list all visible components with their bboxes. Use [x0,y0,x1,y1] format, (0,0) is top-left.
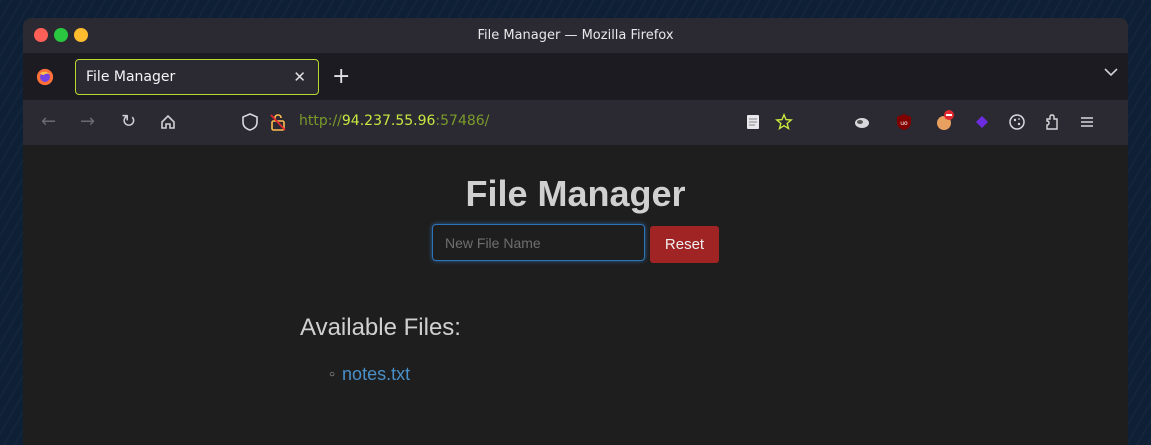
page-content: File Manager Reset Available Files: ○ no… [23,145,1128,445]
tab-file-manager[interactable]: File Manager ✕ [75,59,319,95]
window-minimize-button[interactable] [54,28,68,42]
diamond-extension-icon[interactable] [973,113,991,131]
forward-icon[interactable]: → [80,111,95,133]
reset-button[interactable]: Reset [650,226,719,263]
extension-blocked-icon[interactable] [934,109,956,131]
svg-text:uo: uo [900,120,908,127]
back-icon[interactable]: ← [41,111,56,133]
star-icon[interactable] [775,113,793,131]
available-files-heading: Available Files: [300,314,461,342]
reload-icon[interactable]: ↻ [121,111,136,133]
ublock-origin-icon[interactable]: uo [895,113,913,131]
page-title: File Manager [23,173,1128,215]
title-bar: File Manager — Mozilla Firefox [23,18,1128,53]
bullet-icon: ○ [329,369,335,380]
shield-icon[interactable] [241,112,259,132]
chevron-down-icon[interactable] [1104,67,1118,77]
new-file-name-input[interactable] [432,224,645,261]
file-link-notes[interactable]: notes.txt [342,364,410,385]
home-icon[interactable] [159,113,177,131]
window-maximize-button[interactable] [74,28,88,42]
cookie-icon[interactable] [1008,113,1026,131]
tab-bar: File Manager ✕ + [23,53,1128,100]
browser-window: File Manager — Mozilla Firefox File Mana… [23,18,1128,445]
insecure-lock-icon[interactable] [269,112,287,132]
tab-title: File Manager [86,69,293,85]
extension-cloud-icon[interactable] [853,113,871,131]
firefox-logo-icon[interactable] [36,68,54,86]
window-title: File Manager — Mozilla Firefox [477,28,673,43]
url-scheme: http:// [299,113,342,129]
close-icon[interactable]: ✕ [293,68,306,86]
file-list: ○ notes.txt [329,364,410,385]
plus-icon[interactable]: + [332,64,350,89]
hamburger-menu-icon[interactable] [1078,113,1096,131]
window-close-button[interactable] [34,28,48,42]
url-port-path: :57486/ [435,113,489,129]
extensions-puzzle-icon[interactable] [1043,113,1061,131]
url-host: 94.237.55.96 [342,113,436,129]
list-item: ○ notes.txt [329,364,410,385]
reader-view-icon[interactable] [744,113,762,131]
navigation-bar: ← → ↻ http://94.237.55.96:57486/ [23,100,1128,145]
url-bar[interactable]: http://94.237.55.96:57486/ [299,113,489,129]
window-controls [34,28,88,42]
